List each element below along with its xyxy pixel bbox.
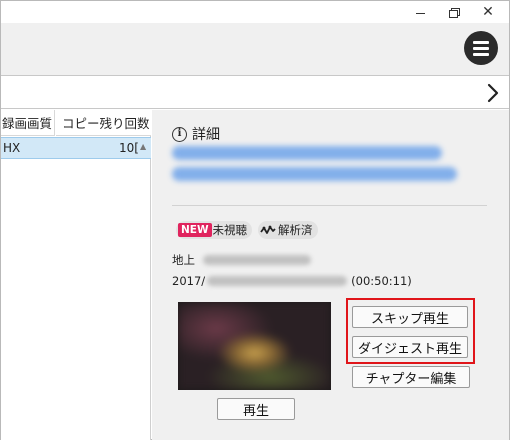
program-thumbnail[interactable] <box>178 302 331 390</box>
app-bar <box>1 23 509 75</box>
hamburger-icon <box>473 52 489 56</box>
waveform-icon <box>260 225 276 234</box>
chevron-right-icon[interactable] <box>485 83 501 103</box>
app-window: ✕ 録画画質 コピー残り回数 HX 10[ ▲ i 詳細 NEW 未視聴 解析済… <box>0 0 510 440</box>
cell-quality: HX <box>3 141 21 155</box>
recording-list: 録画画質 コピー残り回数 HX 10[ ▲ <box>1 110 151 440</box>
analyzed-label: 解析済 <box>278 223 313 237</box>
close-button[interactable]: ✕ <box>471 1 505 23</box>
new-tag: NEW <box>178 223 212 237</box>
detail-heading: i 詳細 <box>172 124 220 144</box>
highlight-box <box>346 298 475 364</box>
main-menu-button[interactable] <box>464 31 498 65</box>
date-prefix: 2017/ <box>172 274 206 288</box>
divider <box>172 205 487 206</box>
duration: (00:50:11) <box>351 274 412 288</box>
column-header-copies-remaining[interactable]: コピー残り回数 <box>56 110 151 136</box>
unwatched-label: 未視聴 <box>212 223 248 237</box>
restore-icon <box>449 7 460 18</box>
hamburger-icon <box>473 46 489 50</box>
restore-button[interactable] <box>437 1 471 23</box>
scroll-up-arrow-icon[interactable]: ▲ <box>140 142 146 151</box>
status-badges: NEW 未視聴 解析済 <box>176 221 318 239</box>
unwatched-badge: NEW 未視聴 <box>176 221 253 239</box>
column-header-quality[interactable]: 録画画質 <box>1 110 55 136</box>
sub-toolbar <box>1 75 509 109</box>
minimize-button[interactable] <box>403 1 437 23</box>
channel-name-blurred <box>203 255 311 265</box>
program-title-blurred <box>172 146 457 190</box>
detail-heading-label: 詳細 <box>192 127 220 143</box>
channel-prefix: 地上 <box>172 253 195 267</box>
channel-info: 地上 <box>172 252 311 268</box>
close-icon: ✕ <box>482 4 494 20</box>
info-icon: i <box>172 126 187 142</box>
title-bar: ✕ <box>1 1 509 23</box>
table-row[interactable]: HX 10[ <box>1 137 151 159</box>
datetime-blurred <box>207 276 348 286</box>
broadcast-time-info: 2017/ (00:50:11) <box>172 274 412 288</box>
chapter-edit-button[interactable]: チャプター編集 <box>352 366 470 388</box>
play-button[interactable]: 再生 <box>217 398 295 420</box>
hamburger-icon <box>473 40 489 44</box>
analyzed-badge: 解析済 <box>258 221 318 239</box>
detail-panel: i 詳細 NEW 未視聴 解析済 地上 2017/ (00:50:11) スキッ… <box>152 110 509 440</box>
minimize-icon <box>415 12 425 14</box>
